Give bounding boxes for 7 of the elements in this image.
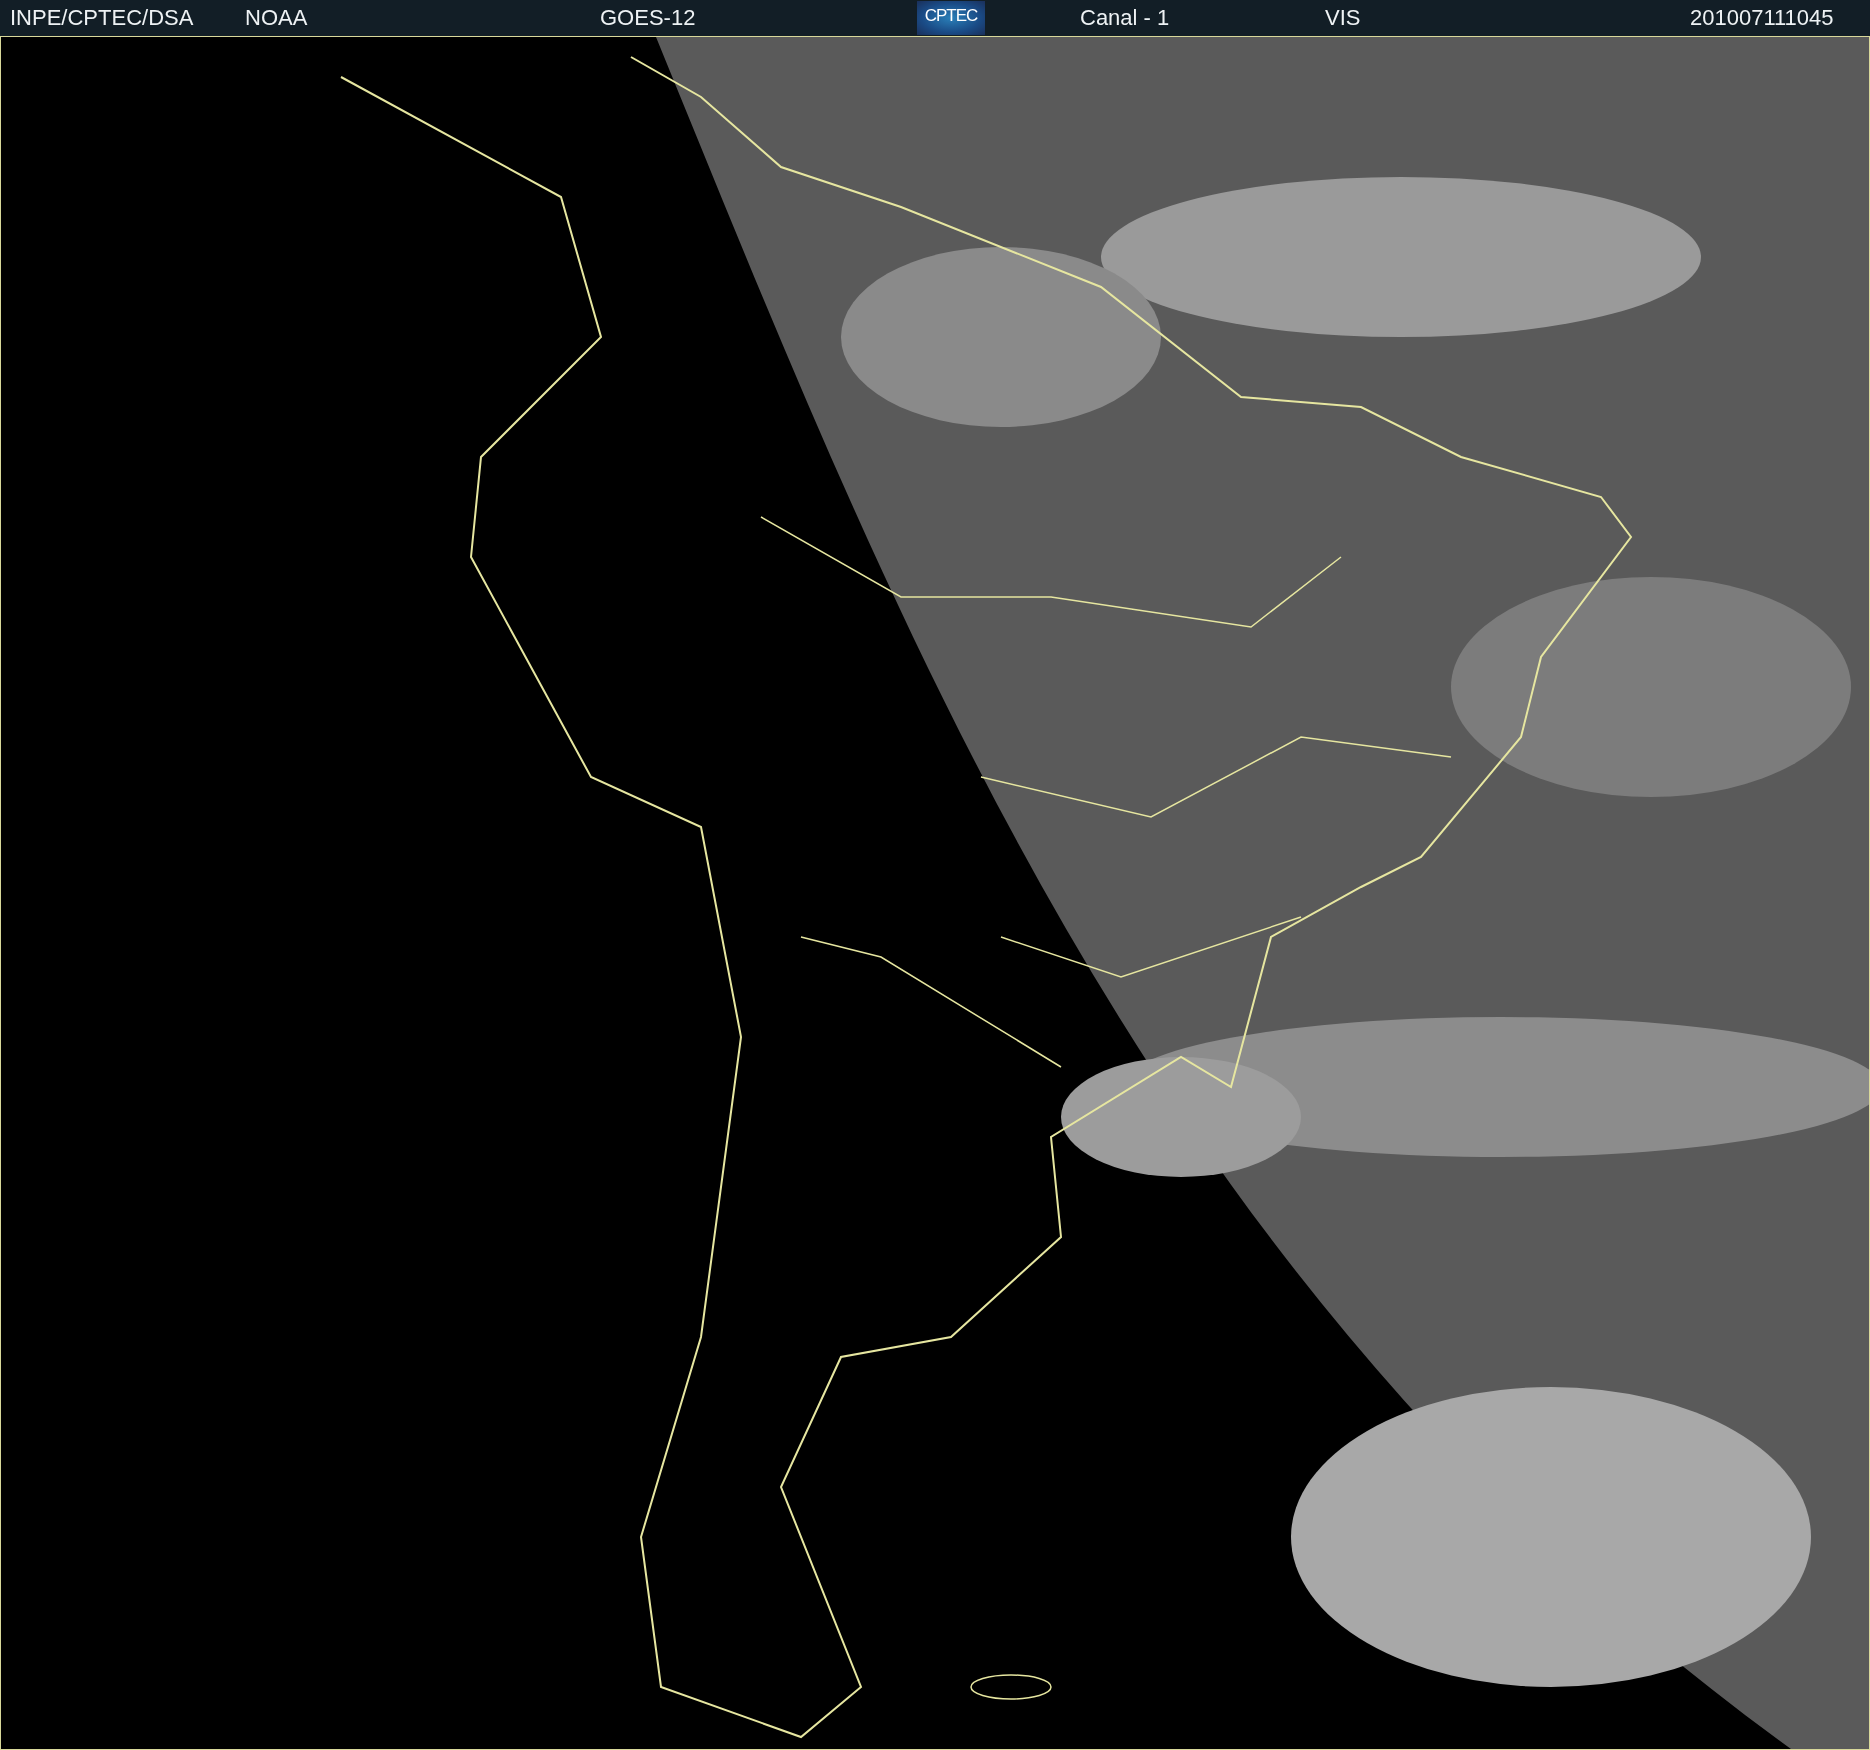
header-label: 201007111045 — [1690, 5, 1834, 31]
header-label: VIS — [1325, 5, 1361, 31]
header-label: INPE/CPTEC/DSA — [10, 5, 194, 31]
header-label: NOAA — [245, 5, 308, 31]
logo: CPTEC — [917, 1, 985, 35]
header-label: Canal - 1 — [1080, 5, 1170, 31]
header-label: GOES-12 — [600, 5, 696, 31]
